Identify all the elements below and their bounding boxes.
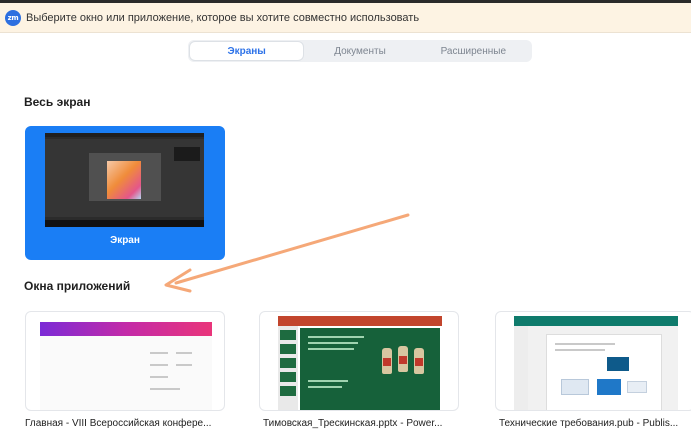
- thumb-ribbon: [278, 316, 442, 326]
- app-window-label-powerpoint: Тимовская_Трескинская.pptx - Power...: [263, 418, 443, 429]
- thumb-slide-mini: [280, 330, 296, 340]
- thumb-line: [555, 343, 615, 345]
- share-tabs: Экраны Документы Расширенные: [188, 40, 532, 62]
- thumb-slide-mini: [280, 358, 296, 368]
- thumb-line: [308, 386, 342, 388]
- thumb-line: [150, 364, 168, 366]
- thumb-line: [308, 380, 348, 382]
- thumb-line: [150, 352, 168, 354]
- screen-card[interactable]: Экран: [25, 126, 225, 260]
- thumb-line: [176, 364, 192, 366]
- tab-screens[interactable]: Экраны: [190, 42, 304, 60]
- tab-documents[interactable]: Документы: [303, 42, 416, 60]
- screen-card-label: Экран: [110, 235, 140, 246]
- thumb-side-panel: [174, 147, 200, 161]
- thumb-slide-image: [107, 161, 141, 199]
- thumb-block: [561, 379, 589, 395]
- thumb-line: [308, 348, 354, 350]
- thumb-line: [176, 352, 192, 354]
- thumb-page: [546, 334, 662, 410]
- thumb-slide-mini: [280, 344, 296, 354]
- thumb-block: [597, 379, 621, 395]
- thumb-taskbar: [45, 220, 204, 227]
- app-window-label-publisher: Технические требования.pub - Publis...: [499, 418, 679, 429]
- app-icon-text: zm: [7, 13, 19, 22]
- thumb-page-panel: [514, 326, 528, 410]
- thumb-slide: [300, 328, 440, 410]
- thumb-slide-mini: [280, 386, 296, 396]
- thumb-line: [308, 342, 358, 344]
- thumb-web-header: [40, 322, 212, 336]
- thumb-bottle: [398, 346, 408, 372]
- thumb-block: [627, 381, 647, 393]
- thumb-slide-mini: [280, 372, 296, 382]
- app-window-card-publisher[interactable]: [495, 311, 691, 411]
- thumb-bottle: [414, 348, 424, 374]
- tab-advanced[interactable]: Расширенные: [417, 42, 530, 60]
- thumb-line: [308, 336, 364, 338]
- thumb-line: [150, 388, 180, 390]
- section-title-app-windows: Окна приложений: [24, 279, 131, 293]
- section-title-full-screen: Весь экран: [24, 95, 91, 109]
- thumb-bottle: [382, 348, 392, 374]
- window-title: Выберите окно или приложение, которое вы…: [26, 11, 420, 24]
- screen-thumbnail: [45, 133, 204, 227]
- thumb-topbar: [45, 133, 204, 137]
- app-window-label-browser: Главная - VIII Всероссийская конфере...: [25, 418, 212, 429]
- app-window-card-powerpoint[interactable]: [259, 311, 459, 411]
- thumb-line: [555, 349, 605, 351]
- app-window-card-browser[interactable]: [25, 311, 225, 411]
- zoom-app-icon: zm: [5, 9, 21, 26]
- thumb-line: [150, 376, 168, 378]
- title-bar: zm Выберите окно или приложение, которое…: [0, 3, 691, 33]
- thumb-ribbon: [514, 316, 678, 326]
- thumb-web-body: [40, 336, 212, 410]
- thumb-image: [607, 357, 629, 371]
